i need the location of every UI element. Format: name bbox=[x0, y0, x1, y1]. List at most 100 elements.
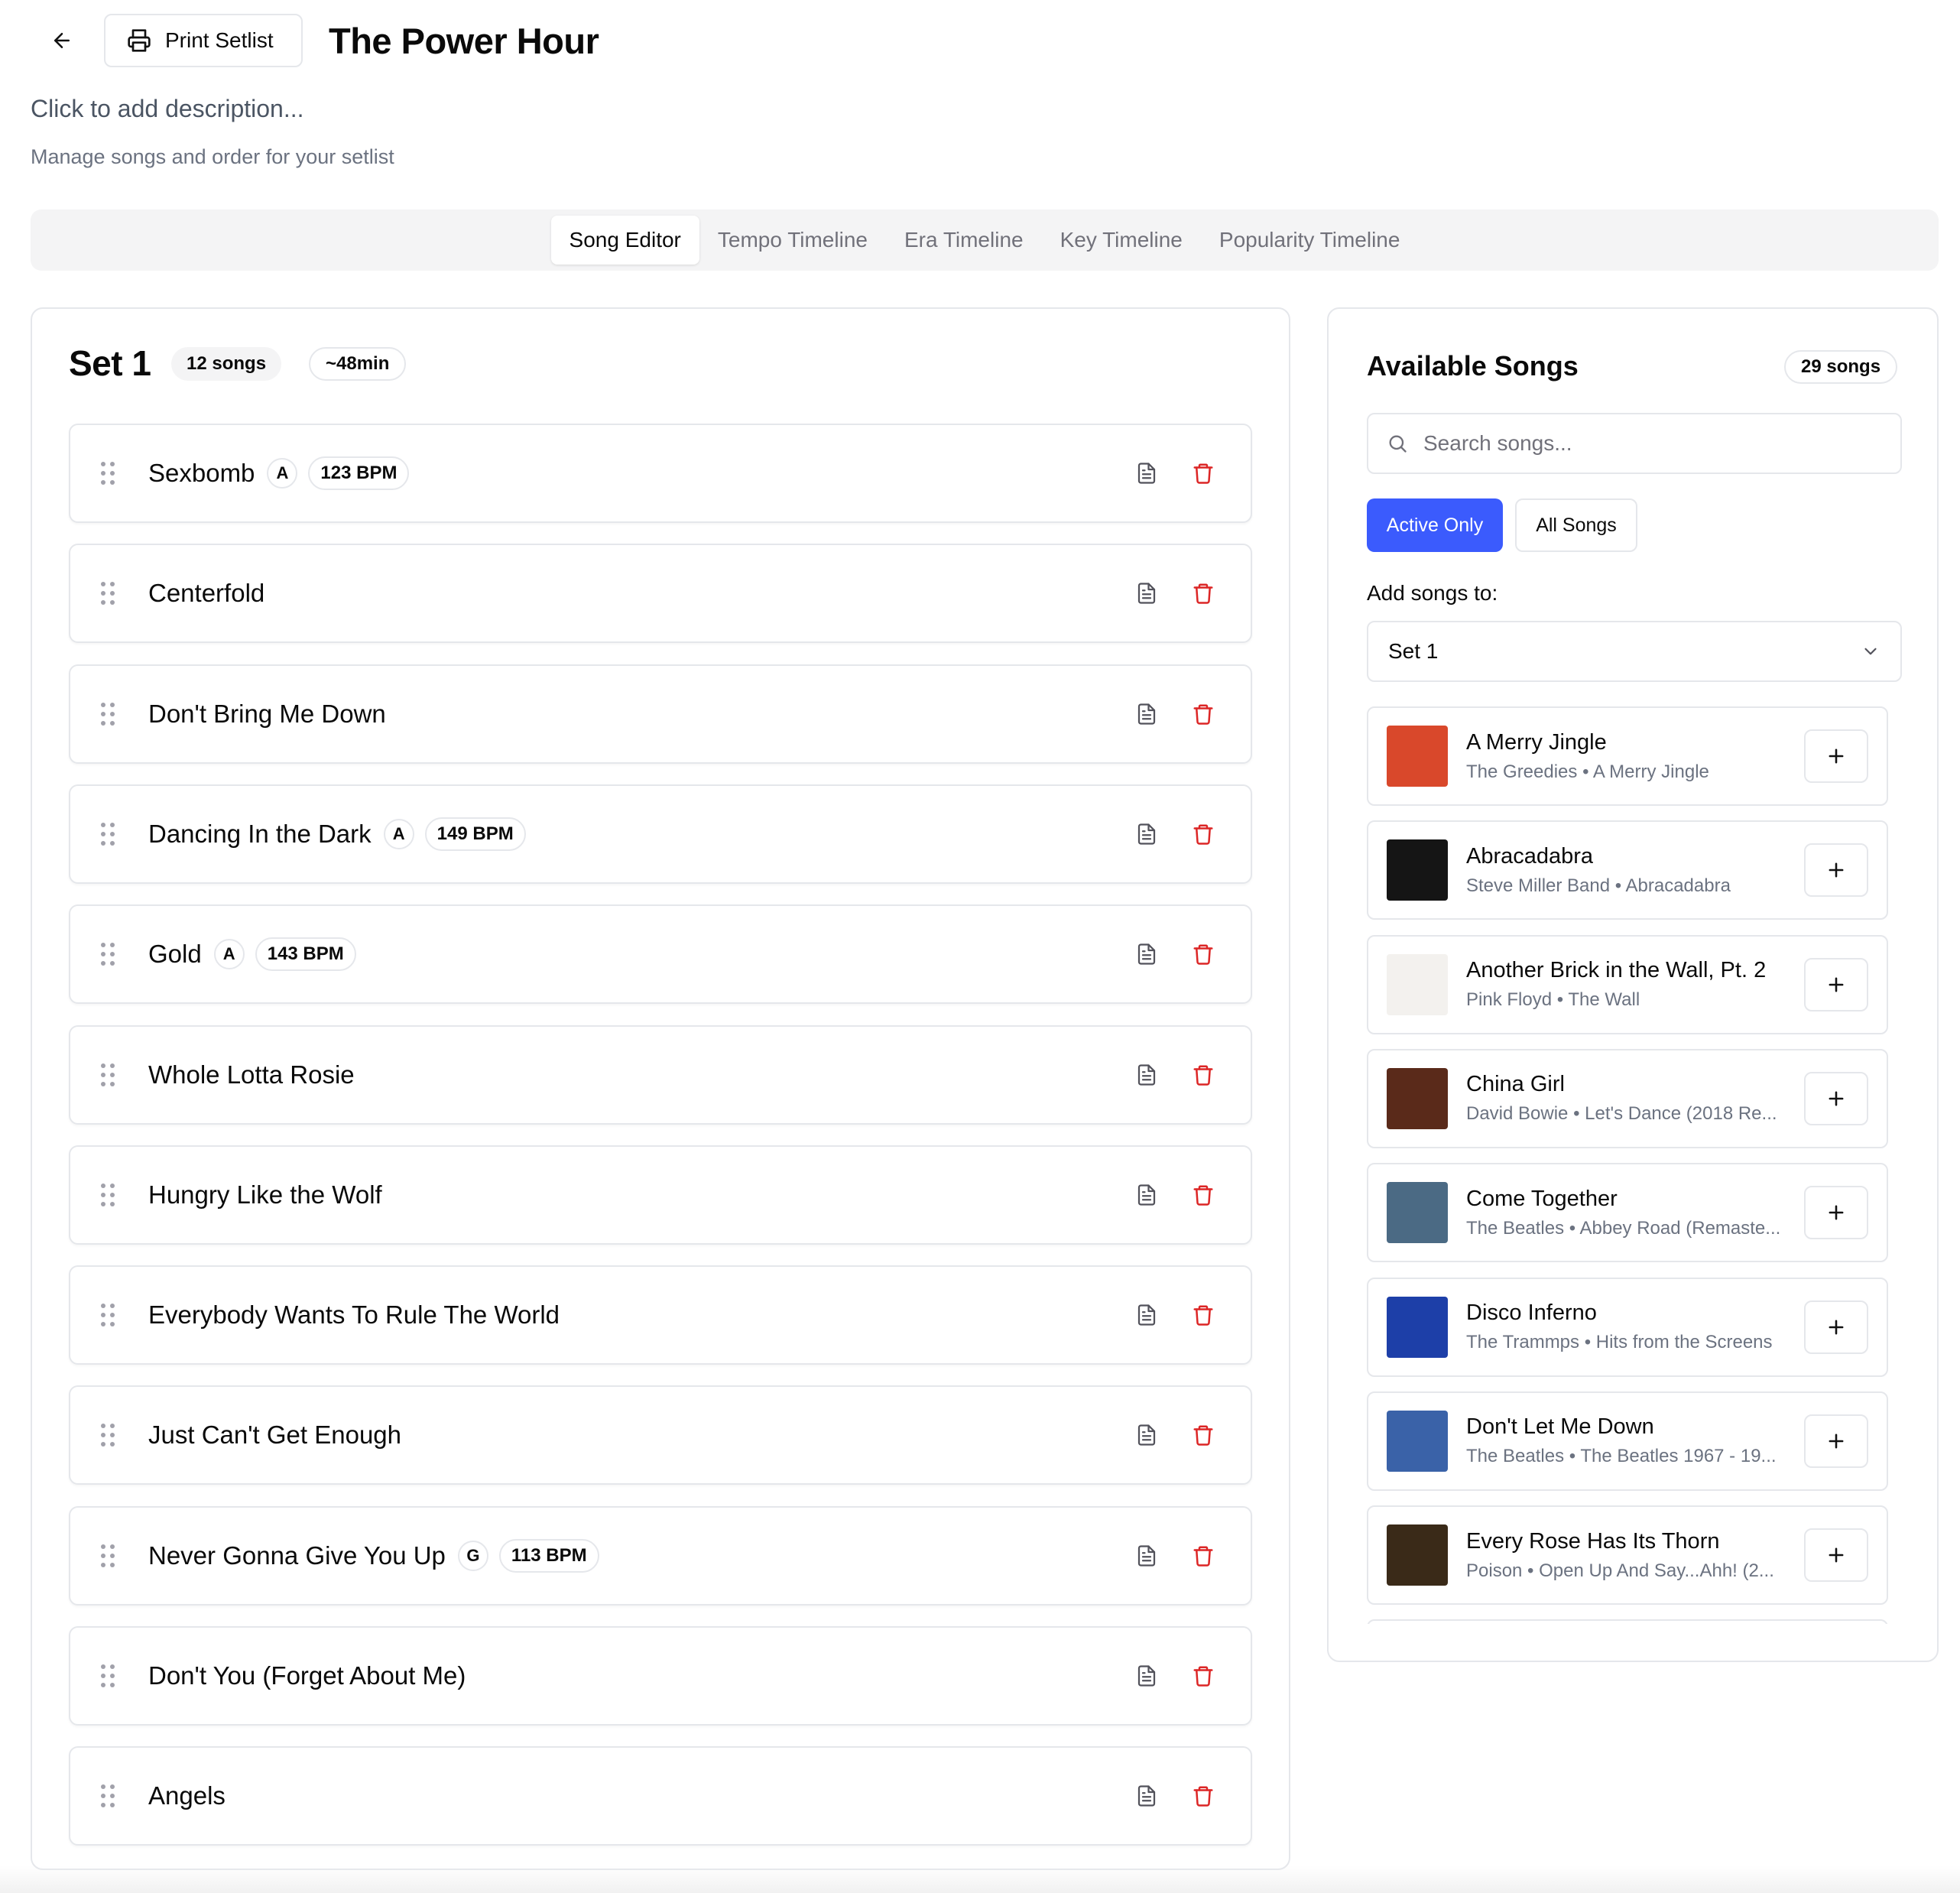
target-set-select[interactable]: Set 1 bbox=[1367, 621, 1902, 682]
drag-handle-icon[interactable] bbox=[101, 582, 115, 606]
tab-popularity-timeline[interactable]: Popularity Timeline bbox=[1201, 216, 1419, 265]
filter-all-songs-button[interactable]: All Songs bbox=[1515, 498, 1637, 552]
song-notes-icon[interactable] bbox=[1134, 460, 1159, 486]
available-song-title: Another Brick in the Wall, Pt. 2 bbox=[1466, 958, 1767, 983]
remove-song-icon[interactable] bbox=[1191, 580, 1215, 606]
filter-active-only-button[interactable]: Active Only bbox=[1367, 498, 1503, 552]
album-art bbox=[1387, 953, 1448, 1015]
song-notes-icon[interactable] bbox=[1134, 1543, 1159, 1569]
remove-song-icon[interactable] bbox=[1191, 1783, 1215, 1809]
setlist-description[interactable]: Click to add description... bbox=[31, 95, 304, 123]
drag-handle-icon[interactable] bbox=[101, 1544, 115, 1567]
song-notes-icon[interactable] bbox=[1134, 580, 1159, 606]
add-song-button[interactable] bbox=[1804, 957, 1868, 1011]
available-song-subtitle: Pink Floyd • The Wall bbox=[1466, 989, 1640, 1011]
available-song-subtitle: Steve Miller Band • Abracadabra bbox=[1466, 875, 1731, 896]
album-art bbox=[1387, 1410, 1448, 1472]
song-notes-icon[interactable] bbox=[1134, 1783, 1159, 1809]
set-song-row[interactable]: Centerfold bbox=[69, 544, 1252, 644]
set-song-row[interactable]: Dancing In the Dark A 149 BPM bbox=[69, 784, 1252, 884]
add-song-button[interactable] bbox=[1804, 843, 1868, 898]
set-song-row[interactable]: Everybody Wants To Rule The World bbox=[69, 1265, 1252, 1365]
print-setlist-button[interactable]: Print Setlist bbox=[104, 14, 303, 67]
set-song-row[interactable]: Just Can't Get Enough bbox=[69, 1385, 1252, 1486]
plus-icon bbox=[1825, 974, 1847, 995]
drag-handle-icon[interactable] bbox=[101, 1304, 115, 1327]
available-song-item[interactable]: Abracadabra Steve Miller Band • Abracadab… bbox=[1367, 820, 1888, 921]
available-song-item[interactable]: Come Together The Beatles • Abbey Road (R… bbox=[1367, 1163, 1888, 1263]
remove-song-icon[interactable] bbox=[1191, 1062, 1215, 1088]
set-song-row[interactable]: Don't Bring Me Down bbox=[69, 664, 1252, 764]
song-notes-icon[interactable] bbox=[1134, 701, 1159, 727]
drag-handle-icon[interactable] bbox=[101, 702, 115, 726]
page-title: The Power Hour bbox=[329, 21, 599, 61]
song-bpm-badge: 143 BPM bbox=[255, 937, 356, 972]
plus-icon bbox=[1825, 1544, 1847, 1566]
set-song-row[interactable]: Hungry Like the Wolf bbox=[69, 1145, 1252, 1245]
add-song-button[interactable] bbox=[1804, 729, 1868, 783]
available-songs-list[interactable]: A Merry Jingle The Greedies • A Merry Jin… bbox=[1367, 706, 1888, 1624]
remove-song-icon[interactable] bbox=[1191, 1182, 1215, 1208]
remove-song-icon[interactable] bbox=[1191, 1422, 1215, 1448]
tab-era-timeline[interactable]: Era Timeline bbox=[886, 216, 1042, 265]
remove-song-icon[interactable] bbox=[1191, 460, 1215, 486]
drag-handle-icon[interactable] bbox=[101, 1183, 115, 1206]
set-song-title: Don't Bring Me Down bbox=[148, 699, 386, 728]
drag-handle-icon[interactable] bbox=[101, 822, 115, 846]
set-song-row[interactable]: Whole Lotta Rosie bbox=[69, 1024, 1252, 1125]
set-song-row[interactable]: Gold A 143 BPM bbox=[69, 904, 1252, 1005]
add-song-button[interactable] bbox=[1804, 1071, 1868, 1125]
available-song-item[interactable] bbox=[1367, 1619, 1888, 1624]
drag-handle-icon[interactable] bbox=[101, 1063, 115, 1086]
set-song-row[interactable]: Sexbomb A 123 BPM bbox=[69, 424, 1252, 523]
printer-icon bbox=[128, 29, 151, 52]
set-song-title: Never Gonna Give You Up bbox=[148, 1541, 446, 1570]
remove-song-icon[interactable] bbox=[1191, 1663, 1215, 1689]
available-song-item[interactable]: China Girl David Bowie • Let's Dance (201… bbox=[1367, 1048, 1888, 1148]
song-notes-icon[interactable] bbox=[1134, 1182, 1159, 1208]
drag-handle-icon[interactable] bbox=[101, 943, 115, 966]
set-song-row[interactable]: Never Gonna Give You Up G 113 BPM bbox=[69, 1505, 1252, 1606]
available-song-subtitle: The Beatles • Abbey Road (Remaste... bbox=[1466, 1217, 1781, 1239]
remove-song-icon[interactable] bbox=[1191, 941, 1215, 967]
album-art bbox=[1387, 726, 1448, 787]
available-song-item[interactable]: Every Rose Has Its Thorn Poison • Open Up… bbox=[1367, 1505, 1888, 1606]
song-notes-icon[interactable] bbox=[1134, 1302, 1159, 1328]
remove-song-icon[interactable] bbox=[1191, 1302, 1215, 1328]
remove-song-icon[interactable] bbox=[1191, 701, 1215, 727]
available-song-item[interactable]: Another Brick in the Wall, Pt. 2 Pink Flo… bbox=[1367, 934, 1888, 1034]
song-search[interactable] bbox=[1367, 413, 1902, 474]
available-song-item[interactable]: Don't Let Me Down The Beatles • The Beatl… bbox=[1367, 1391, 1888, 1491]
available-song-item[interactable]: Disco Inferno The Trammps • Hits from the… bbox=[1367, 1277, 1888, 1377]
set-song-row[interactable]: Don't You (Forget About Me) bbox=[69, 1626, 1252, 1726]
back-button[interactable] bbox=[40, 18, 84, 63]
add-song-button[interactable] bbox=[1804, 1300, 1868, 1354]
search-input[interactable] bbox=[1422, 430, 1853, 456]
add-song-button[interactable] bbox=[1804, 1414, 1868, 1468]
tab-tempo-timeline[interactable]: Tempo Timeline bbox=[699, 216, 886, 265]
drag-handle-icon[interactable] bbox=[101, 1784, 115, 1808]
drag-handle-icon[interactable] bbox=[101, 1424, 115, 1447]
album-art bbox=[1387, 1296, 1448, 1358]
plus-icon bbox=[1825, 1317, 1847, 1338]
set-song-row[interactable]: Angels bbox=[69, 1746, 1252, 1846]
remove-song-icon[interactable] bbox=[1191, 1543, 1215, 1569]
tab-song-editor[interactable]: Song Editor bbox=[550, 216, 699, 265]
window-bottom-edge bbox=[0, 1865, 1960, 1893]
set-song-title: Angels bbox=[148, 1781, 226, 1810]
set-song-title: Just Can't Get Enough bbox=[148, 1421, 401, 1450]
song-notes-icon[interactable] bbox=[1134, 1422, 1159, 1448]
remove-song-icon[interactable] bbox=[1191, 821, 1215, 847]
available-song-item[interactable]: A Merry Jingle The Greedies • A Merry Jin… bbox=[1367, 706, 1888, 806]
song-notes-icon[interactable] bbox=[1134, 1663, 1159, 1689]
song-notes-icon[interactable] bbox=[1134, 941, 1159, 967]
add-song-button[interactable] bbox=[1804, 1186, 1868, 1240]
set-title: Set 1 bbox=[69, 343, 151, 383]
set-song-title: Dancing In the Dark bbox=[148, 819, 372, 848]
song-notes-icon[interactable] bbox=[1134, 1062, 1159, 1088]
song-notes-icon[interactable] bbox=[1134, 821, 1159, 847]
tab-key-timeline[interactable]: Key Timeline bbox=[1042, 216, 1201, 265]
add-song-button[interactable] bbox=[1804, 1528, 1868, 1583]
drag-handle-icon[interactable] bbox=[101, 1664, 115, 1687]
drag-handle-icon[interactable] bbox=[101, 462, 115, 485]
